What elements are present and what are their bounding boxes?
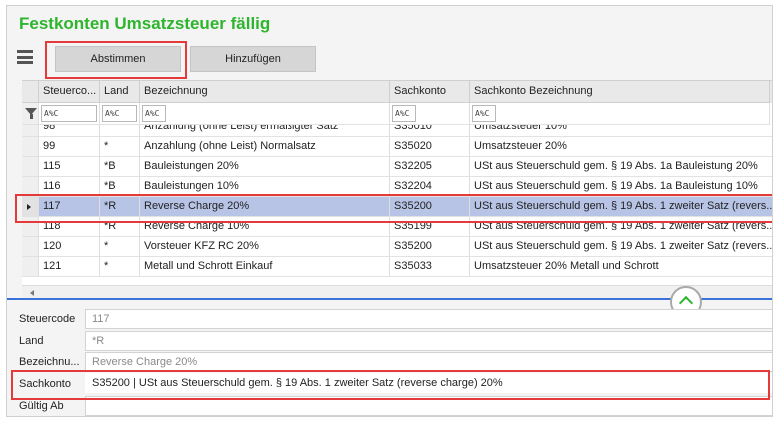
cell-steuercode: 98: [39, 125, 100, 137]
cell-sachkonto-bezeichnung: USt aus Steuerschuld gem. § 19 Abs. 1 zw…: [470, 197, 772, 217]
cell-bezeichnung: Bauleistungen 20%: [140, 157, 390, 177]
cell-steuercode: 116: [39, 177, 100, 197]
filter-row: A%C A%C A%C A%C A%C: [22, 103, 772, 125]
cell-sachkonto: S35020: [390, 137, 470, 157]
filter-icon[interactable]: [22, 103, 39, 125]
chevron-up-icon: [678, 295, 694, 311]
label-steuercode: Steuercode: [19, 313, 76, 325]
cell-land: *R: [100, 197, 140, 217]
col-header-sachkonto[interactable]: Sachkonto: [390, 81, 470, 103]
table-row[interactable]: 118 *R Reverse Charge 10% S35199 USt aus…: [22, 217, 772, 237]
cell-steuercode: 120: [39, 237, 100, 257]
gueltig-ab-field[interactable]: [85, 396, 772, 416]
steuer-grid: Steuerco... Land Bezeichnung Sachkonto S…: [22, 80, 772, 296]
cell-land: *B: [100, 157, 140, 177]
filter-bezeichnung-input[interactable]: A%C: [142, 105, 166, 122]
filter-sachkonto-input[interactable]: A%C: [392, 105, 416, 122]
table-row[interactable]: 120 * Vorsteuer KFZ RC 20% S35200 USt au…: [22, 237, 772, 257]
hinzufuegen-button[interactable]: Hinzufügen: [190, 46, 316, 72]
cell-sachkonto-bezeichnung: Umsatzsteuer 10%: [470, 125, 772, 137]
cell-sachkonto: S35199: [390, 217, 470, 237]
cell-sachkonto-bezeichnung: USt aus Steuerschuld gem. § 19 Abs. 1 zw…: [470, 217, 772, 237]
table-row[interactable]: 116 *B Bauleistungen 10% S32204 USt aus …: [22, 177, 772, 197]
table-row[interactable]: 99 * Anzahlung (ohne Leist) Normalsatz S…: [22, 137, 772, 157]
scroll-left-icon[interactable]: [30, 290, 34, 296]
cell-land: [100, 125, 140, 137]
cell-bezeichnung: Reverse Charge 10%: [140, 217, 390, 237]
table-row[interactable]: 121 * Metall und Schrott Einkauf S35033 …: [22, 257, 772, 277]
table-row-selected[interactable]: 117 *R Reverse Charge 20% S35200 USt aus…: [22, 197, 772, 217]
cell-land: *: [100, 257, 140, 277]
steuercode-field[interactable]: 117: [85, 309, 772, 329]
cell-sachkonto: S35033: [390, 257, 470, 277]
col-header-steuercode[interactable]: Steuerco...: [39, 81, 100, 103]
cell-bezeichnung: Anzahlung (ohne Leist) Normalsatz: [140, 137, 390, 157]
cell-sachkonto: S35200: [390, 197, 470, 217]
cell-sachkonto-bezeichnung: Umsatzsteuer 20% Metall und Schrott: [470, 257, 772, 277]
cell-sachkonto: S35010: [390, 125, 470, 137]
land-field[interactable]: *R: [85, 331, 772, 351]
cell-bezeichnung: Vorsteuer KFZ RC 20%: [140, 237, 390, 257]
cell-steuercode: 121: [39, 257, 100, 277]
label-land: Land: [19, 335, 44, 347]
sachkonto-field[interactable]: S35200 | USt aus Steuerschuld gem. § 19 …: [85, 373, 772, 393]
cell-sachkonto: S32204: [390, 177, 470, 197]
cell-sachkonto: S32205: [390, 157, 470, 177]
table-row[interactable]: 98 Anzahlung (ohne Leist) ermäßigter Sat…: [22, 125, 772, 137]
window: Festkonten Umsatzsteuer fällig Abstimmen…: [6, 5, 773, 417]
cell-steuercode: 118: [39, 217, 100, 237]
grid-header: Steuerco... Land Bezeichnung Sachkonto S…: [22, 81, 772, 103]
cell-land: *R: [100, 217, 140, 237]
col-header-land[interactable]: Land: [100, 81, 140, 103]
page-title: Festkonten Umsatzsteuer fällig: [19, 14, 271, 33]
cell-sachkonto-bezeichnung: Umsatzsteuer 20%: [470, 137, 772, 157]
cell-land: *: [100, 137, 140, 157]
cell-land: *: [100, 237, 140, 257]
filter-sachkonto-bezeichnung-input[interactable]: A%C: [472, 105, 496, 122]
label-gueltig-ab: Gültig Ab: [19, 400, 64, 412]
filter-steuercode-input[interactable]: A%C: [41, 105, 97, 122]
col-header-bezeichnung[interactable]: Bezeichnung: [140, 81, 390, 103]
cell-bezeichnung: Metall und Schrott Einkauf: [140, 257, 390, 277]
label-sachkonto: Sachkonto: [19, 378, 71, 390]
splitter-line[interactable]: [7, 298, 772, 300]
corner-cell: [22, 81, 39, 103]
abstimmen-button[interactable]: Abstimmen: [55, 46, 181, 72]
cell-sachkonto-bezeichnung: USt aus Steuerschuld gem. § 19 Abs. 1a B…: [470, 157, 772, 177]
col-header-sachkonto-bezeichnung[interactable]: Sachkonto Bezeichnung: [470, 81, 770, 103]
cell-sachkonto: S35200: [390, 237, 470, 257]
row-pointer-icon: [27, 204, 31, 210]
cell-sachkonto-bezeichnung: USt aus Steuerschuld gem. § 19 Abs. 1 zw…: [470, 237, 772, 257]
cell-steuercode: 115: [39, 157, 100, 177]
table-row[interactable]: 115 *B Bauleistungen 20% S32205 USt aus …: [22, 157, 772, 177]
cell-steuercode: 99: [39, 137, 100, 157]
bezeichnung-field[interactable]: Reverse Charge 20%: [85, 352, 772, 372]
cell-steuercode: 117: [39, 197, 100, 217]
label-bezeichnung: Bezeichnu...: [19, 356, 80, 368]
cell-land: *B: [100, 177, 140, 197]
cell-sachkonto-bezeichnung: USt aus Steuerschuld gem. § 19 Abs. 1a B…: [470, 177, 772, 197]
hamburger-icon[interactable]: [17, 50, 33, 64]
cell-bezeichnung: Anzahlung (ohne Leist) ermäßigter Satz: [140, 125, 390, 137]
cell-bezeichnung: Reverse Charge 20%: [140, 197, 390, 217]
filter-land-input[interactable]: A%C: [102, 105, 137, 122]
cell-bezeichnung: Bauleistungen 10%: [140, 177, 390, 197]
